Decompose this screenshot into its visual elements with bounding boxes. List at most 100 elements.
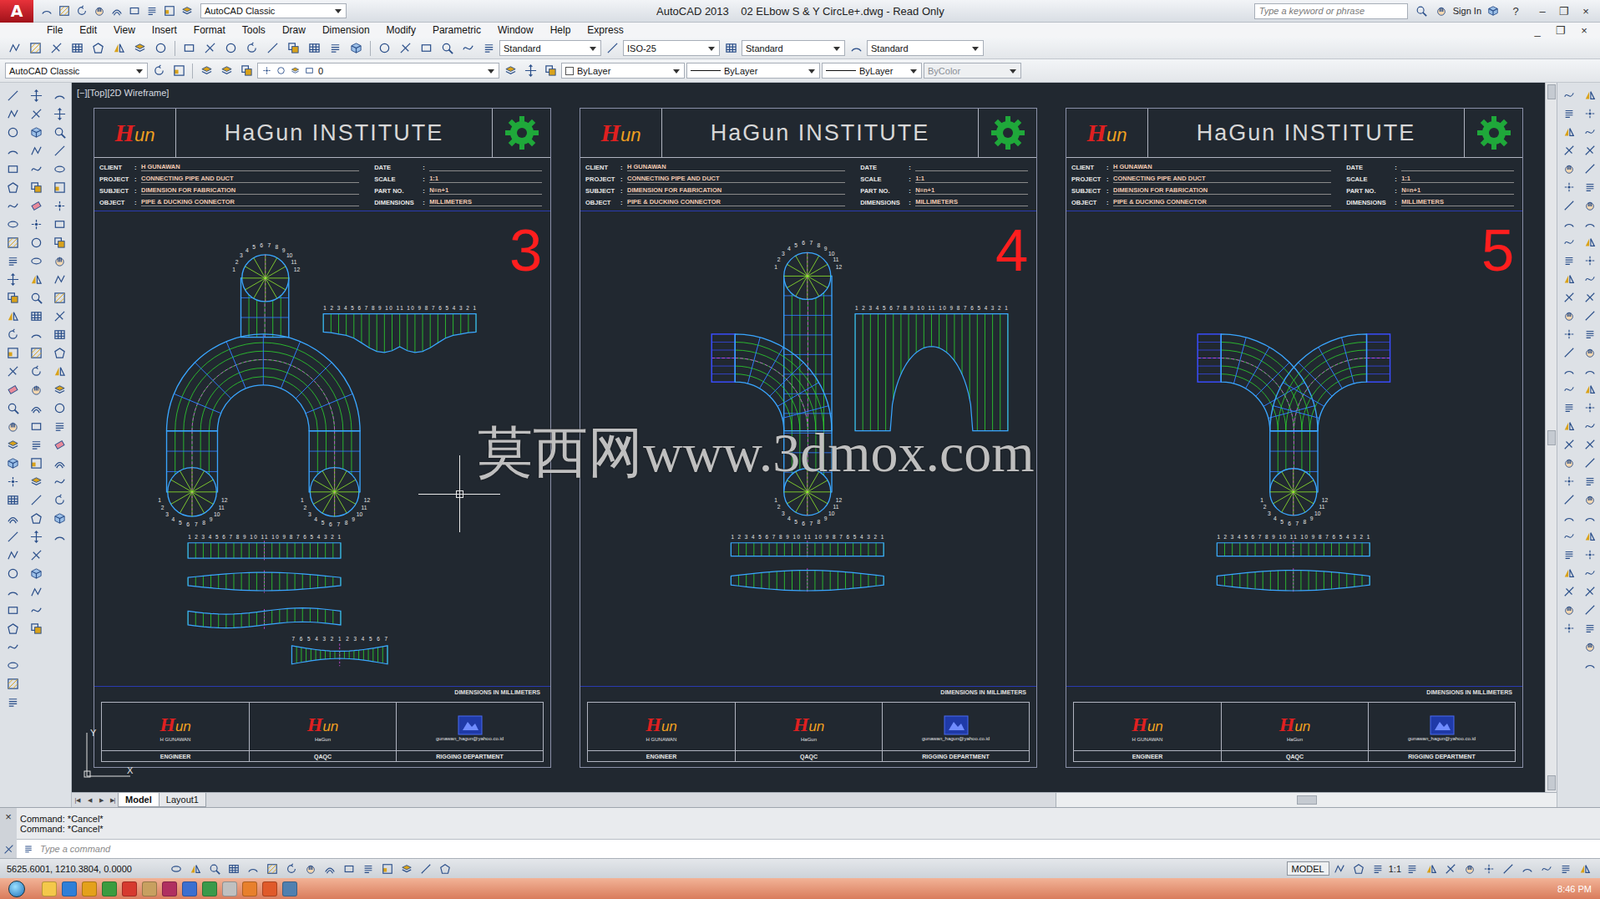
tool-button[interactable]: [1559, 563, 1579, 583]
start-button[interactable]: [8, 880, 26, 897]
tool-button[interactable]: [224, 860, 243, 877]
tool-button[interactable]: [283, 39, 304, 58]
line-icon[interactable]: [1502, 862, 1514, 875]
paragraph-icon[interactable]: [362, 862, 375, 875]
paragraph-icon[interactable]: [146, 5, 158, 17]
rotate-icon[interactable]: [245, 41, 259, 55]
table-icon[interactable]: [227, 862, 240, 875]
spline-icon[interactable]: [1563, 530, 1575, 542]
tool-button[interactable]: [1579, 563, 1600, 583]
tool-button[interactable]: [25, 288, 47, 307]
tool-button[interactable]: [1579, 122, 1600, 142]
polygon-icon[interactable]: [53, 346, 66, 360]
tool-button[interactable]: [25, 177, 47, 197]
pan-icon[interactable]: [1584, 199, 1596, 212]
table-style-button[interactable]: [721, 39, 740, 58]
tool-button[interactable]: [48, 269, 71, 289]
polyline-icon[interactable]: [8, 41, 21, 55]
layer-dropdown[interactable]: 0: [257, 62, 500, 79]
hatch-icon[interactable]: [6, 236, 20, 249]
ellipse-icon[interactable]: [53, 162, 66, 176]
tool-button[interactable]: [161, 1, 178, 21]
tool-button[interactable]: [1, 453, 24, 472]
tool-button[interactable]: [263, 39, 283, 58]
tool-button[interactable]: [275, 64, 287, 78]
tool-button[interactable]: [1559, 526, 1579, 546]
tool-button[interactable]: [521, 61, 540, 81]
arc-icon[interactable]: [53, 89, 66, 102]
tool-button[interactable]: [1, 563, 24, 583]
tool-button[interactable]: [1422, 860, 1440, 877]
paragraph-icon[interactable]: [1406, 862, 1418, 875]
tool-button[interactable]: [1559, 122, 1579, 142]
tool-button[interactable]: [1, 324, 24, 344]
tool-button[interactable]: [1559, 398, 1579, 417]
mirror-icon[interactable]: [1584, 383, 1596, 395]
tool-button[interactable]: [25, 122, 47, 142]
tool-button[interactable]: [1559, 232, 1579, 252]
spline-icon[interactable]: [1584, 420, 1596, 432]
move-icon[interactable]: [30, 89, 43, 102]
hatch-icon[interactable]: [58, 5, 71, 17]
trim-icon[interactable]: [1584, 291, 1596, 304]
point-icon[interactable]: [1483, 862, 1495, 875]
tool-button[interactable]: [1, 618, 24, 638]
menu-item[interactable]: Tools: [233, 22, 274, 38]
tool-button[interactable]: [151, 39, 171, 58]
tool-button[interactable]: [48, 453, 71, 472]
menu-item[interactable]: Help: [541, 22, 580, 38]
offset-icon[interactable]: [53, 456, 66, 470]
spline-icon[interactable]: [1584, 567, 1596, 579]
tool-button[interactable]: [1, 416, 24, 436]
mirror-icon[interactable]: [1584, 89, 1596, 102]
mirror-icon[interactable]: [1563, 420, 1575, 432]
arc-icon[interactable]: [1521, 862, 1534, 875]
tool-button[interactable]: [67, 39, 87, 58]
tool-button[interactable]: [91, 1, 108, 21]
rectangle-icon[interactable]: [304, 65, 314, 76]
taskbar-app-icon[interactable]: [101, 881, 117, 897]
document-control[interactable]: ❐: [1549, 21, 1572, 39]
dimension-style-dropdown[interactable]: ISO-25: [622, 40, 720, 56]
arc-icon[interactable]: [40, 5, 53, 17]
tool-button[interactable]: [48, 343, 71, 362]
trim-icon[interactable]: [1563, 585, 1575, 598]
arc-icon[interactable]: [30, 328, 43, 341]
point-icon[interactable]: [1584, 254, 1596, 267]
zoom-icon[interactable]: [208, 862, 221, 875]
tool-button[interactable]: [1, 435, 24, 454]
tool-button[interactable]: [501, 61, 520, 81]
layout-nav-button[interactable]: |◀: [71, 792, 84, 807]
circle-icon[interactable]: [378, 41, 391, 55]
table-icon[interactable]: [30, 309, 43, 323]
tool-button[interactable]: [458, 39, 478, 58]
scale-icon[interactable]: [381, 862, 394, 875]
exchange-button[interactable]: [1484, 1, 1502, 21]
binoculars-button[interactable]: [1412, 1, 1430, 21]
tool-button[interactable]: [1441, 860, 1459, 877]
tool-button[interactable]: [1498, 860, 1517, 877]
tool-button[interactable]: [48, 232, 71, 252]
tool-button[interactable]: [437, 39, 457, 58]
paragraph-icon[interactable]: [1584, 622, 1596, 634]
arc-icon[interactable]: [53, 530, 66, 543]
document-control[interactable]: _: [1526, 21, 1549, 39]
circle-icon[interactable]: [30, 236, 43, 249]
block-icon[interactable]: [53, 511, 66, 525]
mirror-icon[interactable]: [1425, 862, 1438, 875]
window-control[interactable]: ❐: [1553, 2, 1575, 20]
tool-button[interactable]: [205, 860, 223, 877]
tool-button[interactable]: [1559, 508, 1579, 527]
scale-icon[interactable]: [30, 456, 43, 470]
polygon-icon[interactable]: [6, 622, 20, 635]
tool-button[interactable]: [1579, 86, 1600, 105]
paragraph-icon[interactable]: [1563, 107, 1575, 120]
polygon-icon[interactable]: [439, 862, 451, 875]
menu-item[interactable]: Modify: [378, 22, 425, 38]
mirror-icon[interactable]: [1584, 236, 1596, 249]
trim-icon[interactable]: [1584, 144, 1596, 157]
menu-item[interactable]: Parametric: [424, 22, 490, 38]
paragraph-icon[interactable]: [1584, 181, 1596, 193]
tool-button[interactable]: [541, 61, 560, 81]
tool-button[interactable]: [46, 39, 66, 58]
